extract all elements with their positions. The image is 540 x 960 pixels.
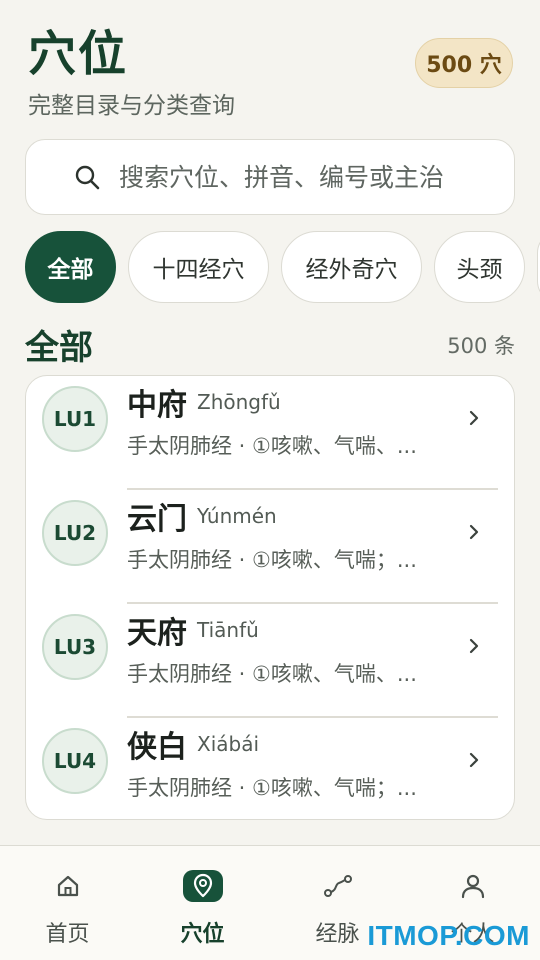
acupoint-code-badge: LU4 xyxy=(42,728,108,794)
acupoint-name: 云门 xyxy=(127,502,187,537)
tab-label: 首页 xyxy=(45,922,90,947)
acupoint-name: 侠白 xyxy=(127,730,187,765)
search-input[interactable] xyxy=(119,162,499,192)
acupoint-code-badge: LU2 xyxy=(42,500,108,566)
chevron-right-icon xyxy=(468,750,480,770)
filter-chips: 全部 十四经穴 经外奇穴 头颈 xyxy=(25,231,540,303)
acupoint-description: 手太阴肺经 · ①咳嗽、气喘、... xyxy=(127,434,417,458)
person-icon xyxy=(453,870,493,902)
home-icon xyxy=(48,870,88,902)
watermark: ITMOP.COM xyxy=(367,920,530,951)
search-bar[interactable] xyxy=(25,139,515,215)
list-item[interactable]: LU2 云门 Yúnmén 手太阴肺经 · ①咳嗽、气喘；... xyxy=(26,490,514,604)
chevron-right-icon xyxy=(468,636,480,656)
section-count: 500 条 xyxy=(447,334,515,358)
chevron-right-icon xyxy=(468,408,480,428)
list-item[interactable]: LU1 中府 Zhōngfǔ 手太阴肺经 · ①咳嗽、气喘、... xyxy=(26,376,514,490)
acupoint-name: 天府 xyxy=(127,616,187,651)
acupoint-description: 手太阴肺经 · ①咳嗽、气喘、... xyxy=(127,662,417,686)
filter-chip-fourteen-meridians[interactable]: 十四经穴 xyxy=(128,231,269,303)
search-icon xyxy=(73,163,101,191)
acupoint-pinyin: Tiānfǔ xyxy=(197,618,259,642)
tab-home[interactable]: 首页 xyxy=(0,846,135,960)
filter-chip-all[interactable]: 全部 xyxy=(25,231,116,303)
list-item[interactable]: LU4 侠白 Xiábái 手太阴肺经 · ①咳嗽、气喘；... xyxy=(26,718,514,819)
tab-label: 穴位 xyxy=(180,922,225,947)
acupoint-code-badge: LU3 xyxy=(42,614,108,680)
acupoint-pinyin: Zhōngfǔ xyxy=(197,390,281,414)
count-badge: 500 穴 xyxy=(415,38,513,88)
filter-chip-head-neck[interactable]: 头颈 xyxy=(434,231,525,303)
tab-label: 经脉 xyxy=(315,922,360,947)
acupoint-pinyin: Xiábái xyxy=(197,732,260,756)
filter-chip-extra-points[interactable]: 经外奇穴 xyxy=(281,231,422,303)
acupoint-pinyin: Yúnmén xyxy=(197,504,277,528)
page-subtitle: 完整目录与分类查询 xyxy=(28,93,235,119)
acupoint-name: 中府 xyxy=(127,388,187,423)
list-item[interactable]: LU3 天府 Tiānfǔ 手太阴肺经 · ①咳嗽、气喘、... xyxy=(26,604,514,718)
acupoint-code-badge: LU1 xyxy=(42,386,108,452)
acupoint-description: 手太阴肺经 · ①咳嗽、气喘；... xyxy=(127,776,417,800)
location-pin-icon xyxy=(182,870,223,902)
page-title: 穴位 xyxy=(28,26,129,82)
route-icon xyxy=(318,870,358,902)
chevron-right-icon xyxy=(468,522,480,542)
tab-acupoints[interactable]: 穴位 xyxy=(135,846,270,960)
acupoint-list: LU1 中府 Zhōngfǔ 手太阴肺经 · ①咳嗽、气喘、... LU2 云门… xyxy=(25,375,515,820)
acupoint-description: 手太阴肺经 · ①咳嗽、气喘；... xyxy=(127,548,417,572)
section-title: 全部 xyxy=(25,328,93,368)
